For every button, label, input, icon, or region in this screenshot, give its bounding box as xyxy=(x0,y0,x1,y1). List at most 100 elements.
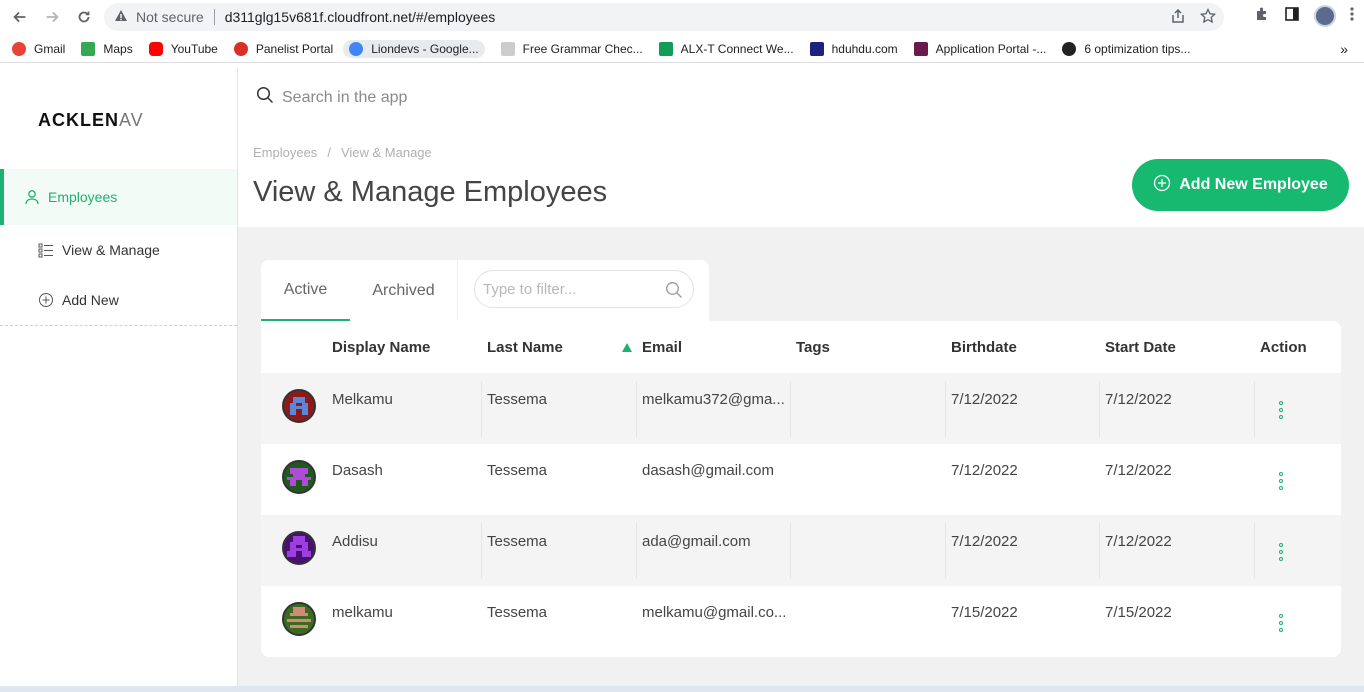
column-action: Action xyxy=(1260,339,1307,356)
column-start-date[interactable]: Start Date xyxy=(1105,339,1176,356)
add-new-employee-label: Add New Employee xyxy=(1179,176,1328,193)
filter-placeholder: Type to filter... xyxy=(483,280,577,298)
more-bookmarks-icon[interactable]: » xyxy=(1340,41,1348,57)
cell-email: ada@gmail.com xyxy=(642,533,751,550)
back-icon[interactable] xyxy=(4,1,36,33)
sidebar-item-label: View & Manage xyxy=(62,242,160,258)
kebab-menu-icon[interactable] xyxy=(1279,401,1283,419)
cell-birthdate: 7/12/2022 xyxy=(951,462,1018,479)
breadcrumb: Employees / View & Manage xyxy=(253,145,432,160)
bookmark-alx[interactable]: ALX-T Connect We... xyxy=(658,41,794,56)
bookmark-liondevs[interactable]: Liondevs - Google... xyxy=(343,39,485,58)
column-email[interactable]: Email xyxy=(642,339,682,356)
side-panel-icon[interactable] xyxy=(1284,6,1300,27)
list-icon xyxy=(38,242,54,258)
sidebar-item-view-manage[interactable]: View & Manage xyxy=(38,242,160,258)
sidebar-item-add-new[interactable]: Add New xyxy=(38,292,119,308)
logo: ACKLENAV xyxy=(38,110,144,130)
app-root: ACKLENAV Employees View & Manage Add New xyxy=(0,68,1364,692)
cell-birthdate: 7/12/2022 xyxy=(951,533,1018,550)
employees-table: Display Name Last Name Email Tags Birthd… xyxy=(261,321,1341,657)
breadcrumb-separator: / xyxy=(327,145,331,160)
cell-last-name: Tessema xyxy=(487,533,548,550)
kebab-menu-icon[interactable] xyxy=(1279,614,1283,632)
tab-active[interactable]: Active xyxy=(261,260,350,321)
star-icon[interactable] xyxy=(1199,7,1217,27)
main-content: Search in the app Employees / View & Manag… xyxy=(238,68,1364,692)
page-header: Search in the app Employees / View & Manag… xyxy=(238,68,1364,227)
column-tags[interactable]: Tags xyxy=(796,339,830,356)
sidebar: ACKLENAV Employees View & Manage Add New xyxy=(0,68,238,692)
menu-icon[interactable] xyxy=(1350,6,1354,27)
table-row[interactable]: Addisu Tessema ada@gmail.com 7/12/2022 7… xyxy=(261,515,1341,586)
cell-start-date: 7/12/2022 xyxy=(1105,462,1172,479)
forward-icon[interactable] xyxy=(36,1,68,33)
address-bar[interactable]: Not secure d311glg15v681f.cloudfront.net… xyxy=(104,3,1224,31)
cell-email: dasash@gmail.com xyxy=(642,462,774,479)
bookmark-optimization[interactable]: 6 optimization tips... xyxy=(1062,41,1190,56)
window-bottom-edge xyxy=(0,686,1364,692)
column-divider xyxy=(790,523,791,579)
column-last-name[interactable]: Last Name xyxy=(487,339,563,356)
cell-start-date: 7/15/2022 xyxy=(1105,604,1172,621)
column-divider xyxy=(1254,523,1255,579)
tab-archived[interactable]: Archived xyxy=(350,260,457,321)
cell-birthdate: 7/15/2022 xyxy=(951,604,1018,621)
bookmark-application-portal[interactable]: Application Portal -... xyxy=(913,41,1046,56)
page-title: View & Manage Employees xyxy=(253,176,608,208)
breadcrumb-employees[interactable]: Employees xyxy=(253,145,317,160)
cell-last-name: Tessema xyxy=(487,391,548,408)
avatar xyxy=(282,460,316,494)
bookmark-maps[interactable]: Maps xyxy=(81,41,133,56)
kebab-menu-icon[interactable] xyxy=(1279,472,1283,490)
cell-start-date: 7/12/2022 xyxy=(1105,391,1172,408)
cell-display-name: Melkamu xyxy=(332,391,393,408)
user-icon xyxy=(24,189,40,205)
browser-toolbar: Not secure d311glg15v681f.cloudfront.net… xyxy=(0,0,1364,35)
tab-divider xyxy=(457,260,458,320)
column-divider xyxy=(945,381,946,437)
plus-circle-icon xyxy=(38,292,54,308)
table-header: Display Name Last Name Email Tags Birthd… xyxy=(261,321,1341,373)
search-icon xyxy=(256,86,282,109)
share-icon[interactable] xyxy=(1170,8,1186,27)
column-divider xyxy=(481,523,482,579)
column-divider xyxy=(1254,381,1255,437)
alx-icon xyxy=(658,41,673,56)
bookmark-gmail[interactable]: Gmail xyxy=(12,41,65,56)
youtube-icon xyxy=(148,41,163,56)
cell-start-date: 7/12/2022 xyxy=(1105,533,1172,550)
sidebar-item-employees[interactable]: Employees xyxy=(0,169,237,225)
uni-icon xyxy=(913,41,928,56)
filter-input[interactable]: Type to filter... xyxy=(474,270,694,308)
column-divider xyxy=(1099,523,1100,579)
sort-ascending-icon[interactable] xyxy=(622,343,632,352)
kebab-menu-icon[interactable] xyxy=(1279,543,1283,561)
table-row[interactable]: Melkamu Tessema melkamu372@gma... 7/12/2… xyxy=(261,373,1341,444)
add-new-employee-button[interactable]: Add New Employee xyxy=(1132,159,1349,211)
column-divider xyxy=(636,381,637,437)
warning-icon xyxy=(114,9,128,26)
avatar xyxy=(282,389,316,423)
sidebar-divider xyxy=(0,325,237,326)
extensions-icon[interactable] xyxy=(1254,6,1270,27)
pen-icon xyxy=(500,41,515,56)
bookmark-panelist-portal[interactable]: Panelist Portal xyxy=(233,41,333,56)
column-divider xyxy=(481,381,482,437)
column-divider xyxy=(790,381,791,437)
column-display-name[interactable]: Display Name xyxy=(332,339,430,356)
reload-icon[interactable] xyxy=(68,1,100,33)
profile-avatar[interactable] xyxy=(1314,5,1336,27)
maps-icon xyxy=(81,41,96,56)
panelist-icon xyxy=(233,41,248,56)
tabs-bar: Active Archived Type to filter... xyxy=(261,260,709,322)
table-row[interactable]: melkamu Tessema melkamu@gmail.co... 7/15… xyxy=(261,586,1341,657)
search-input[interactable]: Search in the app xyxy=(282,89,407,107)
breadcrumb-view-manage: View & Manage xyxy=(340,145,432,160)
column-birthdate[interactable]: Birthdate xyxy=(951,339,1017,356)
bookmark-youtube[interactable]: YouTube xyxy=(148,41,218,56)
app-search[interactable]: Search in the app xyxy=(256,86,407,109)
bookmark-grammar[interactable]: Free Grammar Chec... xyxy=(500,41,643,56)
table-row[interactable]: Dasash Tessema dasash@gmail.com 7/12/202… xyxy=(261,444,1341,515)
bookmark-hduhdu[interactable]: hduhdu.com xyxy=(809,41,898,56)
